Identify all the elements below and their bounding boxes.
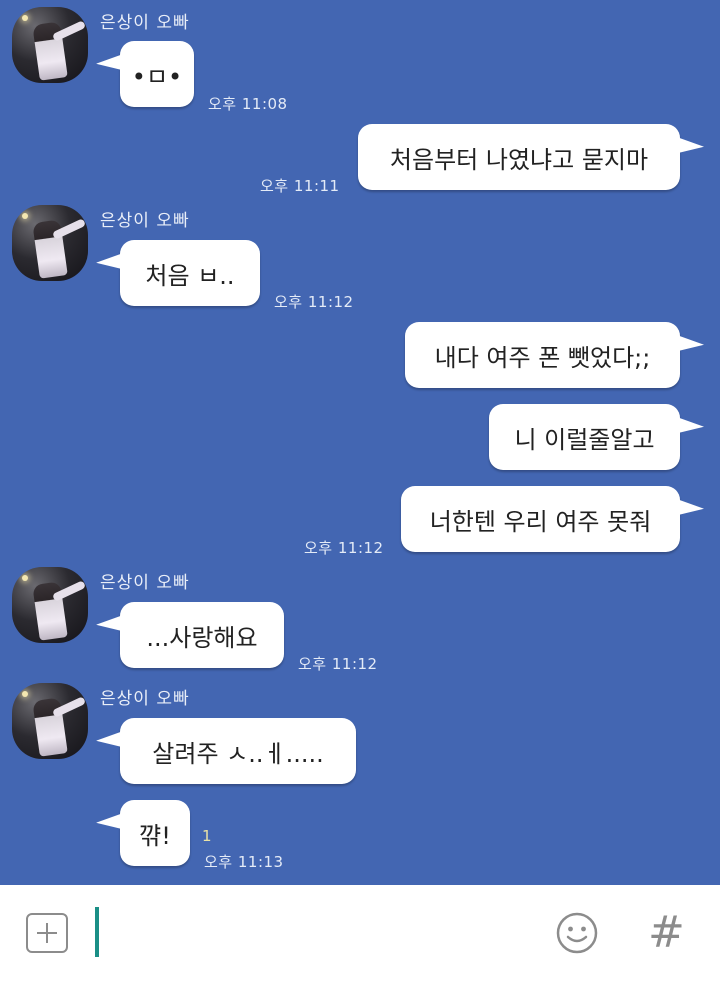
avatar[interactable] (12, 205, 88, 281)
message-bubble[interactable]: 처음부터 나였냐고 묻지마 (358, 124, 680, 190)
avatar[interactable] (12, 567, 88, 643)
sender-name: 은상이 오빠 (100, 689, 190, 709)
hash-icon[interactable]: # (648, 905, 685, 961)
message-composer (0, 885, 720, 981)
message-bubble[interactable]: 너한텐 우리 여주 못줘 (401, 486, 680, 552)
message-bubble[interactable]: •ㅁ• (120, 41, 194, 107)
message-time: 오후 11:12 (304, 539, 384, 557)
message-bubble[interactable]: 꺆! (120, 800, 190, 866)
text-cursor (95, 907, 99, 957)
message-time: 오후 11:08 (208, 95, 288, 113)
sender-name: 은상이 오빠 (100, 211, 190, 231)
message-time: 오후 11:12 (274, 293, 354, 311)
sender-name: 은상이 오빠 (100, 573, 190, 593)
plus-square-icon[interactable] (26, 913, 68, 953)
message-input[interactable] (110, 907, 534, 959)
avatar[interactable] (12, 683, 88, 759)
message-bubble[interactable]: 내다 여주 폰 뺏었다;; (405, 322, 680, 388)
smiley-icon[interactable] (556, 912, 598, 954)
message-bubble[interactable]: 살려주 ㅅ..ㅔ..... (120, 718, 356, 784)
avatar[interactable] (12, 7, 88, 83)
message-time: 오후 11:12 (298, 655, 378, 673)
unread-count: 1 (202, 827, 212, 845)
sender-name: 은상이 오빠 (100, 13, 190, 33)
message-bubble[interactable]: ...사랑해요 (120, 602, 284, 668)
chat-area: 은상이 오빠 •ㅁ• 오후 11:08 처음부터 나였냐고 묻지마 오후 11:… (0, 0, 720, 885)
message-bubble[interactable]: 니 이럴줄알고 (489, 404, 680, 470)
message-time: 오후 11:13 (204, 853, 284, 871)
message-bubble[interactable]: 처음 ㅂ.. (120, 240, 260, 306)
message-time: 오후 11:11 (260, 177, 340, 195)
